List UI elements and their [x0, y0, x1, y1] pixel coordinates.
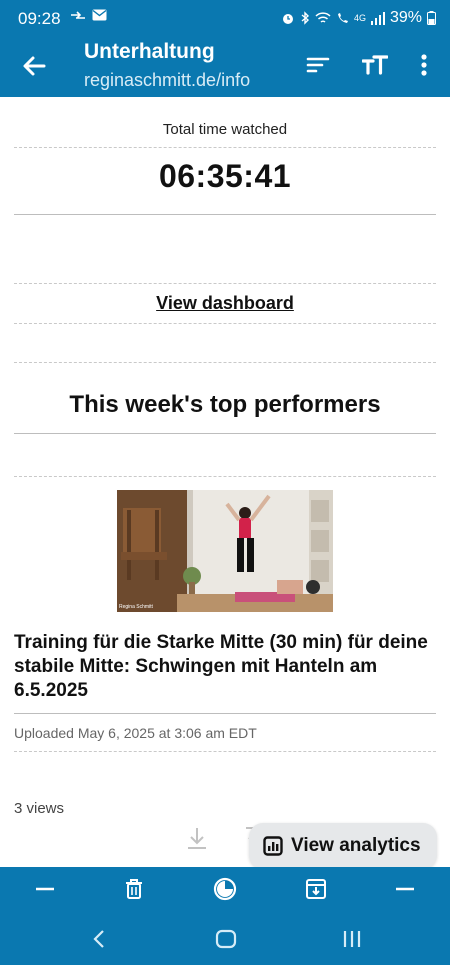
sort-icon	[306, 57, 330, 73]
text-size-button[interactable]	[360, 50, 390, 80]
call-icon	[337, 12, 348, 23]
status-bar: 09:28 4G 39%	[0, 0, 450, 36]
minus-icon[interactable]	[394, 878, 416, 900]
view-analytics-button[interactable]: View analytics	[249, 823, 437, 869]
minus-icon[interactable]	[34, 878, 56, 900]
back-arrow-icon[interactable]	[18, 50, 50, 82]
nav-back-icon[interactable]	[88, 927, 112, 951]
nav-recents-icon[interactable]	[340, 927, 364, 951]
page-title: Unterhaltung	[84, 40, 215, 63]
video-title[interactable]: Training für die Starke Mitte (30 min) f…	[14, 631, 436, 703]
trash-icon[interactable]	[123, 878, 145, 900]
system-nav-bar	[0, 911, 450, 965]
transfer-icon	[71, 11, 85, 19]
network-type: 4G	[353, 13, 366, 23]
battery-percent: 39%	[389, 9, 422, 26]
bluetooth-icon	[301, 11, 309, 25]
text-size-icon	[362, 55, 388, 75]
mail-icon	[92, 9, 107, 21]
view-analytics-label: View analytics	[291, 835, 421, 856]
nav-home-icon[interactable]	[214, 927, 238, 951]
page-url: reginaschmitt.de/info	[84, 70, 251, 90]
video-thumbnail-image	[117, 490, 333, 612]
view-count: 3 views	[14, 800, 65, 817]
thumbnail-caption: Regina Schmitt	[119, 604, 153, 610]
content-area[interactable]: Total time watched 06:35:41 View dashboa…	[0, 97, 450, 867]
total-time-value: 06:35:41	[158, 158, 292, 194]
analytics-icon	[263, 836, 283, 856]
more-vert-icon	[421, 54, 427, 76]
app-bar: Unterhaltung reginaschmitt.de/info	[0, 36, 450, 97]
circle-half-icon[interactable]	[213, 877, 237, 901]
more-options-button[interactable]	[409, 50, 439, 80]
wifi-icon	[315, 11, 331, 23]
status-time: 09:28	[18, 9, 61, 28]
top-performers-heading: This week's top performers	[69, 391, 381, 418]
view-dashboard-link[interactable]: View dashboard	[156, 293, 294, 313]
sort-button[interactable]	[303, 50, 333, 80]
upload-date: Uploaded May 6, 2025 at 3:06 am EDT	[14, 725, 257, 741]
total-time-label: Total time watched	[162, 121, 288, 138]
battery-icon	[427, 11, 436, 25]
video-thumbnail[interactable]: Regina Schmitt	[117, 490, 333, 612]
download-icon	[188, 828, 206, 849]
signal-icon	[370, 11, 385, 25]
alarm-icon	[282, 14, 293, 24]
archive-icon[interactable]	[305, 878, 327, 900]
bottom-toolbar	[0, 867, 450, 911]
